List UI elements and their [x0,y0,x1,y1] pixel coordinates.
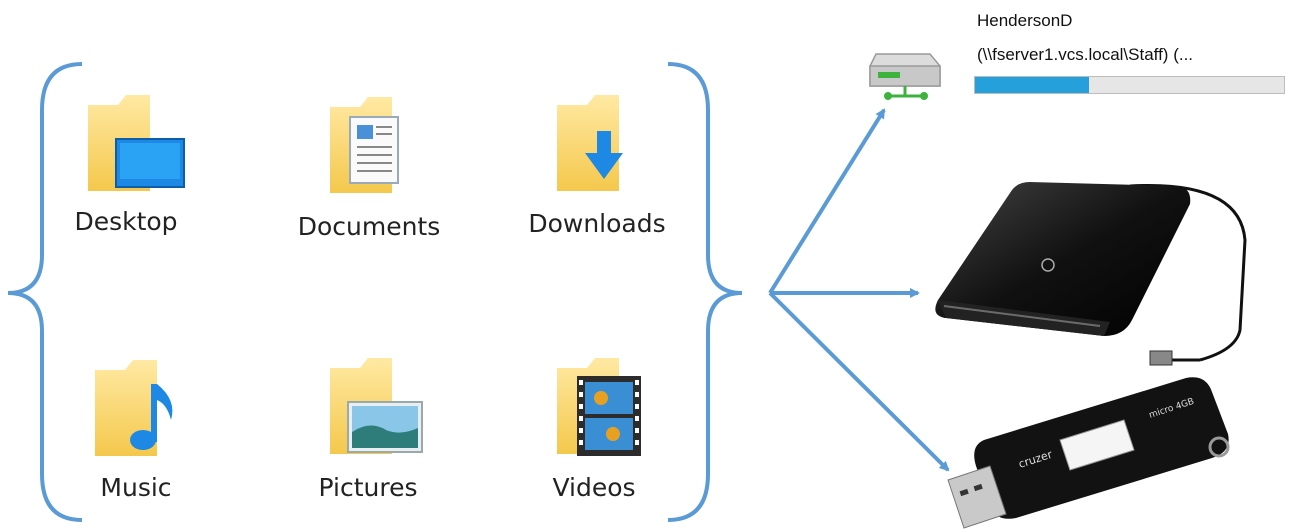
network-drive-icon [869,53,941,100]
documents-folder-icon [330,97,399,193]
folder-label-downloads: Downloads [528,209,666,238]
desktop-folder-icon [88,95,185,191]
external-hard-drive-icon [935,182,1247,366]
arrow-to-network-drive [768,108,886,295]
arrow-to-usb-drive [768,291,950,472]
right-brace [667,62,743,522]
usb-flash-drive-icon: cruzer micro 4GB [947,377,1230,529]
left-brace [7,62,83,522]
network-drive-name: HendersonD [977,11,1073,30]
folder-label-documents: Documents [297,212,441,241]
folder-label-pictures: Pictures [318,473,418,502]
network-drive-usage-fill [975,77,1090,93]
music-folder-icon [95,360,173,456]
network-drive-usage-bar [974,76,1285,94]
videos-folder-icon [557,358,641,456]
network-drive-path: (\\fserver1.vcs.local\Staff) (... [977,45,1194,64]
folder-label-music: Music [100,473,172,502]
downloads-folder-icon [557,95,623,191]
folder-label-desktop: Desktop [74,207,178,236]
pictures-folder-icon [330,358,423,454]
folder-label-videos: Videos [552,473,636,502]
